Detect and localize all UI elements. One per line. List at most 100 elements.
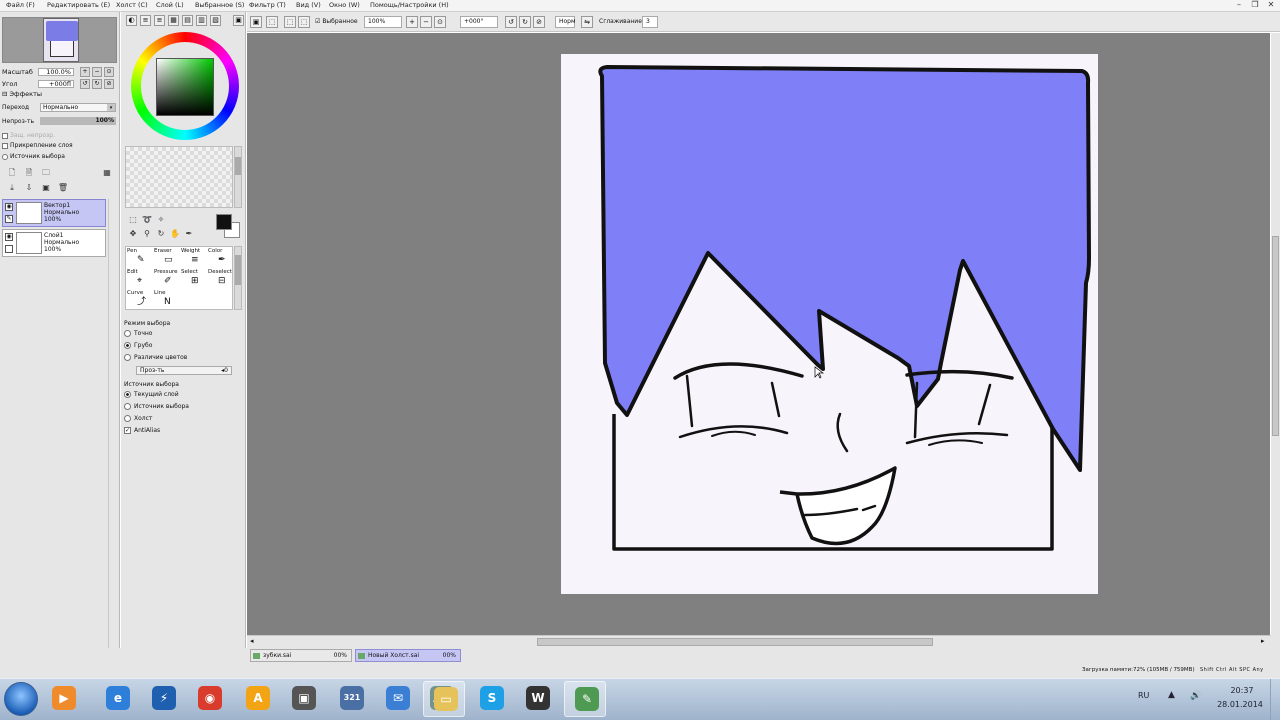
menu-view[interactable]: Вид (V) (296, 1, 321, 9)
color-wheel-tab-icon[interactable]: ◐ (126, 15, 137, 26)
source-option-current-layer[interactable]: Текущий слой (124, 391, 244, 398)
show-desktop-button[interactable] (1270, 679, 1280, 720)
tolerance-field[interactable]: Проз-ть ◂0 (136, 366, 232, 375)
canvas-vertical-scrollbar[interactable] (1271, 33, 1280, 648)
panel-toggle-icon[interactable]: ▣ (233, 15, 244, 26)
hsv-slider-tab-icon[interactable]: ≡ (154, 15, 165, 26)
taskbar-app[interactable]: ⚡ (142, 681, 184, 717)
merge-down-icon[interactable]: ⇩ (23, 182, 35, 194)
layer-properties-icon[interactable]: ▦ (101, 167, 113, 179)
delete-layer-icon[interactable]: 🗑 (57, 182, 69, 194)
new-folder-icon[interactable]: 🗀 (40, 167, 52, 179)
zoom-in-icon[interactable]: + (406, 16, 418, 28)
rotate-left-icon[interactable]: ↺ (505, 16, 517, 28)
mode-option-rough[interactable]: Грубо (124, 342, 244, 349)
file-tab[interactable]: зубки.sai 00% (250, 649, 352, 662)
deselect-icon[interactable]: ⬚ (284, 16, 296, 28)
rotate-reset-icon[interactable]: ⊘ (533, 16, 545, 28)
brush-scrollbar[interactable] (234, 246, 242, 310)
invert-selection-icon[interactable]: ⬚ (298, 16, 310, 28)
volume-icon[interactable]: 🔊 (1190, 691, 1201, 701)
antialias-checkbox[interactable]: ✓ AntiAlias (124, 427, 244, 434)
canvas-area[interactable] (247, 33, 1270, 635)
selection-source-checkbox[interactable]: Источник выбора (2, 153, 65, 160)
rgb-slider-tab-icon[interactable]: ≡ (140, 15, 151, 26)
layer-item[interactable]: ◉ ✎ Вектор1 Нормально 100% (2, 199, 106, 227)
rotate-reset-icon[interactable]: ⊘ (104, 79, 114, 89)
angle-field[interactable]: +000fl (38, 80, 74, 88)
zoom-reset-icon[interactable]: ⊙ (434, 16, 446, 28)
new-layer-icon[interactable]: 🗋 (6, 167, 18, 179)
selection-hide-icon[interactable]: ⬚ (266, 16, 278, 28)
taskbar-app[interactable]: S (470, 681, 512, 717)
rotate-right-icon[interactable]: ↻ (92, 79, 102, 89)
minimize-icon[interactable]: – (1232, 0, 1246, 10)
brush-select[interactable]: Select ⊞ (181, 269, 207, 289)
taskbar-app[interactable]: ▭ (423, 681, 465, 717)
navigator[interactable] (2, 17, 117, 63)
protect-alpha-checkbox[interactable]: Защ. непрозр. (2, 132, 55, 139)
scroll-thumb[interactable] (537, 638, 933, 646)
flip-icon[interactable]: ⇋ (581, 16, 593, 28)
transfer-down-icon[interactable]: ⤓ (6, 182, 18, 194)
navigator-thumbnail[interactable] (43, 18, 79, 62)
brush-weight[interactable]: Weight ≡ (181, 248, 207, 268)
zoom-out-icon[interactable]: − (420, 16, 432, 28)
new-vector-layer-icon[interactable]: 🗎 (23, 167, 35, 179)
layer-item[interactable]: ◉ Слой1 Нормально 100% (2, 229, 106, 257)
zoom-icon[interactable]: ⚲ (141, 228, 153, 240)
layers-scrollbar[interactable] (108, 199, 118, 659)
close-icon[interactable]: ✕ (1264, 0, 1278, 10)
brush-color[interactable]: Color ✒ (208, 248, 234, 268)
mixer-tab-icon[interactable]: ▤ (182, 15, 193, 26)
scratchpad-tab-icon[interactable]: ▥ (196, 15, 207, 26)
brush-edit[interactable]: Edit ⌖ (127, 269, 153, 289)
tray-expand-icon[interactable]: ▲ (1168, 690, 1175, 700)
rotate-left-icon[interactable]: ↺ (80, 79, 90, 89)
rotate-icon[interactable]: ↻ (155, 228, 167, 240)
brush-deselect[interactable]: Deselect ⊟ (208, 269, 234, 289)
brush-pressure[interactable]: Pressure ✐ (154, 269, 180, 289)
swatch-scrollbar[interactable] (234, 146, 242, 208)
restore-icon[interactable]: ❐ (1248, 0, 1262, 10)
menu-file[interactable]: Файл (F) (6, 1, 35, 9)
taskbar-app[interactable]: A (236, 681, 278, 717)
magic-wand-icon[interactable]: ✧ (155, 214, 167, 226)
opacity-slider[interactable]: 100% (40, 117, 116, 125)
stabilizer-field[interactable]: 3 (642, 16, 658, 28)
selection-show-icon[interactable]: ▣ (250, 16, 262, 28)
brush-curve[interactable]: Curve ⤴ (127, 290, 153, 310)
menu-edit[interactable]: Редактировать (E) (47, 1, 110, 9)
lasso-icon[interactable]: ➰ (141, 214, 153, 226)
taskbar-app[interactable]: ▣ (282, 681, 324, 717)
brush-line[interactable]: Line N (154, 290, 180, 310)
menu-help[interactable]: Помощь/Настройки (H) (370, 1, 449, 9)
pen-icon[interactable] (5, 245, 13, 253)
blend-select[interactable]: Нормально ▾ (40, 103, 116, 112)
start-button[interactable] (4, 682, 38, 716)
palette-tab-icon[interactable]: ▧ (210, 15, 221, 26)
menu-selection[interactable]: Выбранное (S) (195, 1, 244, 9)
taskbar-app[interactable]: ◉ (188, 681, 230, 717)
mode-option-exact[interactable]: Точно (124, 330, 244, 337)
clipping-checkbox[interactable]: Прикрепление слоя (2, 142, 73, 149)
source-option-canvas[interactable]: Холст (124, 415, 244, 422)
angle-field[interactable]: +000° (460, 16, 498, 28)
scroll-right-icon[interactable]: ▸ (1261, 637, 1265, 645)
menu-filter[interactable]: Фильтр (T) (249, 1, 286, 9)
zoom-reset-icon[interactable]: ⊙ (104, 67, 114, 77)
clock-time[interactable]: 20:37 (1222, 686, 1262, 695)
scroll-left-icon[interactable]: ◂ (250, 637, 254, 645)
hand-icon[interactable]: ✋ (169, 228, 181, 240)
rotate-right-icon[interactable]: ↻ (519, 16, 531, 28)
brush-pen[interactable]: Pen ✎ (127, 248, 153, 268)
taskbar-app[interactable]: 321 (330, 681, 372, 717)
foreground-color[interactable] (216, 214, 232, 230)
show-selection-toggle[interactable]: ☑ Выбранное (315, 16, 358, 28)
swatch-panel[interactable] (125, 146, 233, 208)
clock-date[interactable]: 28.01.2014 (1214, 700, 1266, 709)
eyedropper-icon[interactable]: ✒ (183, 228, 195, 240)
menu-window[interactable]: Окно (W) (329, 1, 360, 9)
zoom-field[interactable]: 100.0% (38, 68, 74, 76)
eye-icon[interactable]: ◉ (5, 203, 13, 211)
